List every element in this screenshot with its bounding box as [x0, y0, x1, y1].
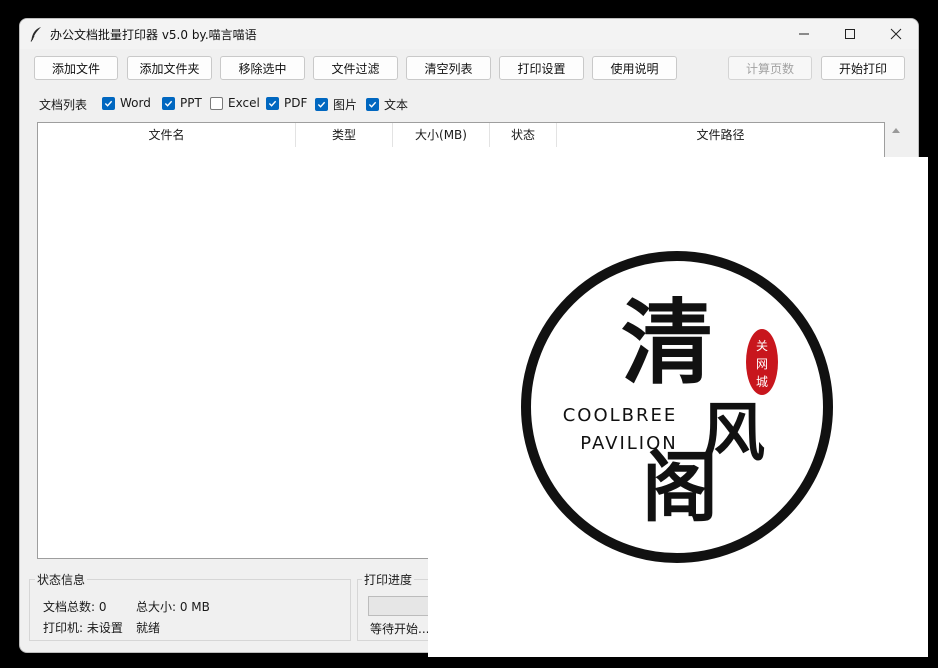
checkbox-checked-icon: [315, 98, 328, 111]
filter-excel-label: Excel: [228, 96, 260, 110]
scroll-up-arrow-icon[interactable]: [890, 125, 902, 135]
progress-status-text: 等待开始...: [370, 622, 430, 636]
add-folder-button[interactable]: 添加文件夹: [127, 56, 212, 80]
add-file-button[interactable]: 添加文件: [34, 56, 118, 80]
remove-selected-button[interactable]: 移除选中: [220, 56, 305, 80]
print-settings-button[interactable]: 打印设置: [499, 56, 584, 80]
printer-text: 打印机: 未设置: [43, 621, 123, 635]
close-icon: [890, 28, 902, 40]
filter-excel-checkbox[interactable]: Excel: [210, 96, 260, 110]
minimize-icon: [799, 33, 809, 35]
column-header-path[interactable]: 文件路径: [557, 123, 884, 147]
maximize-icon: [845, 29, 855, 39]
seal-char-3: 城: [756, 375, 768, 389]
filter-ppt-label: PPT: [180, 96, 202, 110]
title-bar[interactable]: 办公文档批量打印器 v5.0 by.喵言喵语: [20, 19, 918, 49]
ready-state-text: 就绪: [136, 621, 161, 635]
filter-word-checkbox[interactable]: Word: [102, 96, 151, 110]
status-group-title: 状态信息: [35, 571, 88, 588]
logo-en-line2: PAVILION: [580, 433, 677, 454]
logo-overlay: 清 风 阁 COOLBREE PAVILION 关 网 城: [428, 157, 928, 657]
total-docs-text: 文档总数: 0: [43, 600, 107, 614]
help-button[interactable]: 使用说明: [592, 56, 677, 80]
filter-text-label: 文本: [384, 98, 409, 112]
seal-char-2: 网: [756, 357, 768, 371]
close-button[interactable]: [873, 19, 918, 49]
coolbree-pavilion-logo: 清 风 阁 COOLBREE PAVILION 关 网 城: [521, 251, 833, 563]
logo-en-line1: COOLBREE: [563, 405, 678, 426]
column-header-status[interactable]: 状态: [490, 123, 557, 147]
count-pages-button[interactable]: 计算页数: [728, 56, 812, 80]
checkbox-checked-icon: [366, 98, 379, 111]
filter-bar: 文档列表 Word PPT Excel PDF 图片 文本: [20, 95, 918, 113]
progress-group-title: 打印进度: [362, 571, 415, 588]
checkbox-checked-icon: [162, 96, 175, 110]
logo-char-qing: 清: [621, 289, 713, 397]
filter-pdf-checkbox[interactable]: PDF: [266, 96, 307, 110]
minimize-button[interactable]: [781, 19, 827, 49]
maximize-button[interactable]: [827, 19, 873, 49]
checkbox-unchecked-icon: [210, 96, 223, 110]
filter-text-checkbox[interactable]: 文本: [366, 96, 408, 113]
column-header-type[interactable]: 类型: [296, 123, 393, 147]
filter-image-label: 图片: [333, 98, 358, 112]
feather-icon: [30, 27, 41, 42]
column-header-size[interactable]: 大小(MB): [393, 123, 490, 147]
total-size-text: 总大小: 0 MB: [136, 600, 210, 614]
start-print-button[interactable]: 开始打印: [821, 56, 905, 80]
document-list-label: 文档列表: [39, 98, 88, 112]
seal-char-1: 关: [756, 339, 768, 353]
file-filter-button[interactable]: 文件过滤: [313, 56, 398, 80]
filter-pdf-label: PDF: [284, 96, 308, 110]
filter-ppt-checkbox[interactable]: PPT: [162, 96, 202, 110]
filter-word-label: Word: [120, 96, 151, 110]
logo-char-ge: 阁: [642, 443, 718, 532]
window-title: 办公文档批量打印器 v5.0 by.喵言喵语: [50, 28, 257, 42]
filter-image-checkbox[interactable]: 图片: [315, 96, 357, 113]
checkbox-checked-icon: [266, 96, 279, 110]
column-header-filename[interactable]: 文件名: [38, 123, 296, 147]
table-header: 文件名 类型 大小(MB) 状态 文件路径: [38, 123, 884, 147]
checkbox-checked-icon: [102, 96, 115, 110]
clear-list-button[interactable]: 清空列表: [406, 56, 491, 80]
